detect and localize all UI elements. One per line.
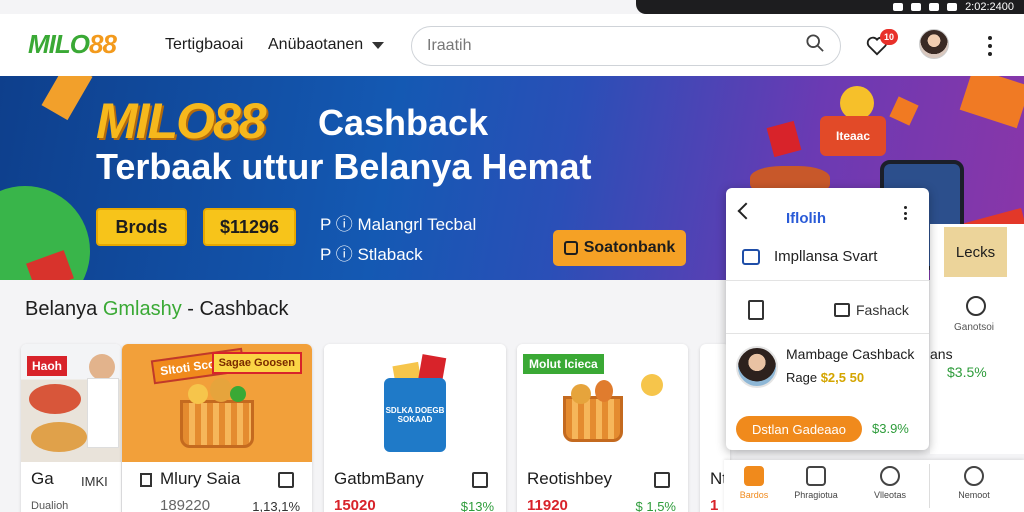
home-icon	[744, 466, 764, 486]
cashback-icon	[834, 303, 850, 317]
cashback-percent: $13%	[460, 499, 494, 512]
status-bar: 2:02:2400	[636, 0, 1024, 14]
product-card[interactable]: Molut Icieca Reotishbey 11920 $ 1,5%	[517, 344, 688, 512]
side-tag[interactable]: Lecks	[944, 227, 1007, 277]
status-time: 2:02:2400	[965, 1, 1014, 13]
product-card[interactable]: Haoh Ga IMKI Dualioh	[21, 344, 121, 512]
cashback-link[interactable]: Fashack	[834, 302, 909, 318]
product-price: 15020	[334, 497, 376, 512]
gift-icon	[766, 120, 802, 158]
product-title: Ga	[31, 469, 54, 488]
bottom-nav-home[interactable]: Bardos	[724, 466, 784, 500]
banner-info-line: P ⓘ Stlaback	[320, 245, 423, 264]
bottom-nav-profile[interactable]: Nemoot	[944, 466, 1004, 500]
side-label: Ganotsoi	[954, 322, 995, 333]
product-tag: Sagae Goosen	[211, 352, 302, 374]
battery-icon	[947, 3, 958, 11]
product-title: Reotishbey	[527, 469, 613, 488]
cashback-percent: $ 1,5%	[635, 499, 676, 512]
brods-button[interactable]: Brods	[96, 208, 187, 246]
product-tag: Haoh	[27, 356, 67, 376]
search-icon[interactable]	[806, 34, 824, 52]
product-extra: IMKI	[81, 474, 108, 489]
section-title: Belanya Gmlashy - Cashback	[25, 298, 289, 320]
card-icon	[742, 248, 760, 265]
search-value: Iraatih	[427, 37, 472, 54]
popup-action-button[interactable]: Dstlan Gadeaao	[736, 416, 862, 442]
product-card[interactable]: SDLKA DOEGB SOKAAD GatbmBany 15020 $13%	[324, 344, 506, 512]
checkbox[interactable]	[278, 472, 294, 488]
banner-info-line: P ⓘ Malangrl Tecbal	[320, 215, 477, 234]
product-box: SDLKA DOEGB SOKAAD	[384, 378, 446, 452]
shopping-cart-icon: Iteaac	[820, 116, 886, 156]
divider	[726, 280, 929, 281]
nav-item-2[interactable]: Anübaotanen	[268, 36, 363, 54]
product-title: GatbmBany	[334, 469, 424, 488]
product-price: 1	[710, 497, 719, 512]
bottom-nav-chat[interactable]: Vlleotas	[860, 466, 920, 500]
bottom-nav-transactions[interactable]: Phragiotua	[786, 466, 846, 500]
banner-subheadline: Terbaak uttur Belanya Hemat	[96, 146, 592, 187]
member-rate: Rage $2,5 50	[786, 370, 865, 385]
price-button[interactable]: $11296	[203, 208, 296, 246]
side-percent: $3.5%	[947, 364, 987, 380]
search-input[interactable]	[411, 26, 841, 66]
popup-menu-item[interactable]: Impllansa Svart	[742, 248, 877, 265]
decor-shape	[41, 76, 93, 121]
avatar[interactable]	[919, 29, 949, 59]
chevron-down-icon[interactable]	[372, 42, 384, 49]
wallet-icon	[563, 241, 578, 255]
store-icon	[140, 472, 152, 487]
decor-shape	[889, 96, 919, 126]
cashback-cta-button[interactable]: Soatonbank	[553, 230, 686, 266]
product-title: Mlury Saia	[140, 469, 240, 489]
logo[interactable]: MILO88	[28, 29, 117, 60]
banner-brand: MILO88	[96, 93, 267, 149]
divider	[929, 464, 930, 508]
product-price: 11920	[527, 497, 568, 512]
product-card[interactable]: Sltoti Scoaag Sagae Goosen Mlury Saia 18…	[122, 344, 312, 512]
decor-shape	[959, 76, 1024, 129]
chat-icon	[880, 466, 900, 486]
notification-badge: 10	[880, 29, 898, 45]
cashback-percent: 1,13,1%	[252, 499, 300, 512]
side-text: ans	[930, 346, 953, 362]
coin-icon	[840, 86, 874, 120]
more-menu-icon[interactable]	[904, 206, 908, 220]
bottom-nav: Bardos Phragiotua Vlleotas Nemoot	[724, 460, 1024, 512]
product-price: 189220	[160, 497, 211, 512]
more-menu-icon[interactable]	[985, 36, 995, 56]
member-name: Mambage Cashback	[786, 346, 915, 362]
product-tag: Molut Icieca	[523, 354, 604, 374]
user-icon[interactable]	[966, 296, 986, 316]
popup-percent: $3.9%	[872, 421, 909, 436]
nav-item-1[interactable]: Tertigbaoai	[165, 36, 243, 54]
calculator-icon	[806, 466, 826, 486]
profile-icon	[964, 466, 984, 486]
divider	[726, 333, 929, 334]
back-arrow-icon[interactable]	[737, 202, 755, 220]
alarm-icon	[929, 3, 940, 11]
checkbox[interactable]	[654, 472, 670, 488]
signal-icon	[911, 3, 922, 11]
popup-title: Iflolih	[786, 210, 826, 227]
popup-menu: Iflolih Impllansa Svart Fashack Mambage …	[726, 188, 929, 450]
top-header: MILO88 Tertigbaoai Anübaotanen Iraatih 1…	[0, 14, 1024, 76]
checkbox[interactable]	[472, 472, 488, 488]
banner-headline: Cashback	[318, 102, 489, 143]
receipt-icon[interactable]	[748, 300, 764, 320]
product-sub: Dualioh	[31, 500, 69, 512]
member-avatar	[736, 346, 778, 388]
wifi-icon	[893, 3, 904, 11]
